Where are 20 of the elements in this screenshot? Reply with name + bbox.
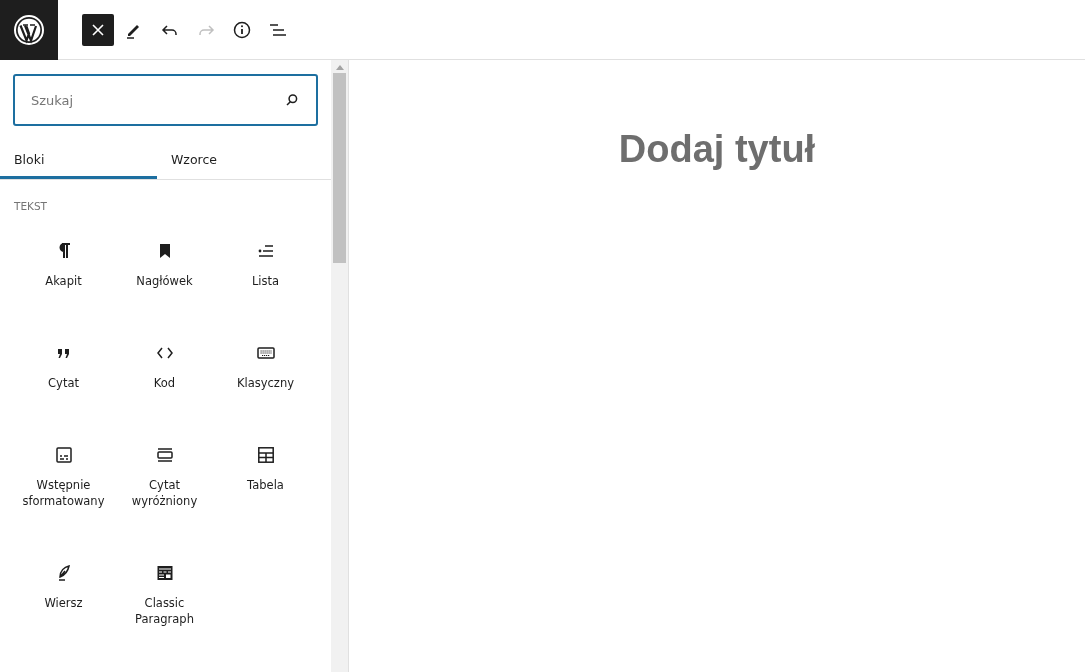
block-item[interactable]: Akapit bbox=[13, 245, 114, 347]
category-heading: TEKST bbox=[14, 200, 47, 212]
block-item[interactable]: Cytat bbox=[13, 347, 114, 449]
block-item[interactable]: Cytat wyróżniony bbox=[114, 449, 215, 567]
block-item[interactable]: Wstępnie sformatowany bbox=[13, 449, 114, 567]
search-field[interactable]: Szukaj bbox=[13, 74, 318, 126]
block-item[interactable]: Classic Paragraph bbox=[114, 567, 215, 672]
block-item[interactable]: Kod bbox=[114, 347, 215, 449]
tab[interactable]: Wzorce bbox=[157, 139, 314, 179]
title-field[interactable]: Dodaj tytuł bbox=[618, 128, 816, 171]
scrollbar[interactable] bbox=[331, 60, 348, 672]
block-item[interactable]: Nagłówek bbox=[114, 245, 215, 347]
block-item[interactable]: Wiersz bbox=[13, 567, 114, 672]
block-item[interactable]: Klasyczny bbox=[215, 347, 316, 449]
block-item[interactable]: Tabela bbox=[215, 449, 316, 567]
tab[interactable]: Bloki bbox=[0, 139, 157, 179]
wordpress-logo[interactable] bbox=[0, 0, 58, 60]
close-button[interactable] bbox=[82, 13, 114, 46]
scrollbar-thumb[interactable] bbox=[333, 73, 346, 263]
block-item[interactable]: Lista bbox=[215, 245, 316, 347]
